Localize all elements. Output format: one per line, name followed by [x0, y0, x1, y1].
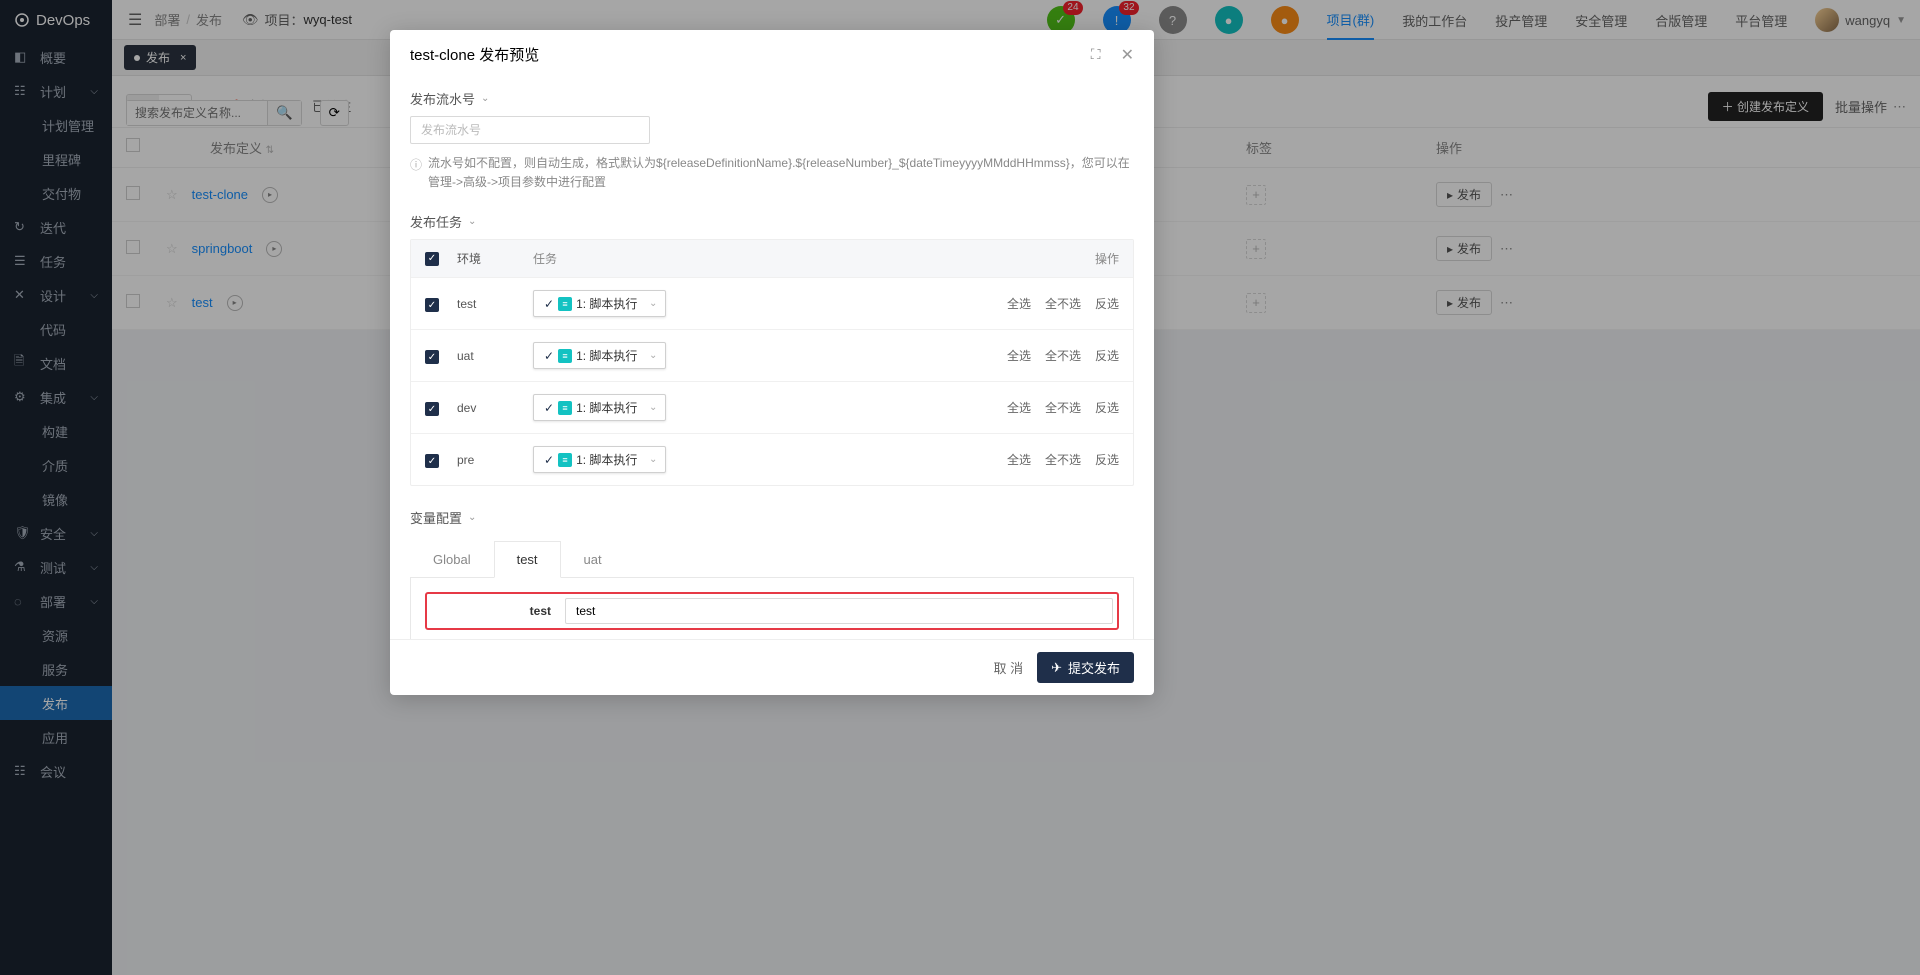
section-sn-title[interactable]: 发布流水号 ⌄	[410, 79, 1134, 116]
script-icon: ≡	[558, 297, 572, 311]
select-invert-link[interactable]: 反选	[1095, 347, 1119, 364]
task-row: ✓ uat ✓ ≡ 1: 脚本执行 ⌄ 全选 全不选 反选	[411, 329, 1133, 381]
chevron-down-icon: ⌄	[468, 216, 476, 227]
script-icon: ≡	[558, 349, 572, 363]
check-icon: ✓	[544, 401, 554, 415]
task-env-label: uat	[457, 349, 533, 363]
task-env-label: dev	[457, 401, 533, 415]
select-invert-link[interactable]: 反选	[1095, 295, 1119, 312]
select-none-link[interactable]: 全不选	[1045, 295, 1081, 312]
info-icon: ⓘ	[410, 156, 422, 175]
select-none-link[interactable]: 全不选	[1045, 347, 1081, 364]
task-row: ✓ test ✓ ≡ 1: 脚本执行 ⌄ 全选 全不选 反选	[411, 277, 1133, 329]
task-pill[interactable]: ✓ ≡ 1: 脚本执行 ⌄	[533, 394, 666, 421]
task-env-label: test	[457, 297, 533, 311]
task-row: ✓ dev ✓ ≡ 1: 脚本执行 ⌄ 全选 全不选 反选	[411, 381, 1133, 433]
select-all-link[interactable]: 全选	[1007, 347, 1031, 364]
var-input-test[interactable]	[565, 598, 1113, 624]
close-icon[interactable]: ✕	[1121, 45, 1134, 65]
modal-title: test-clone 发布预览	[410, 44, 539, 65]
send-icon: ✈	[1051, 660, 1062, 676]
chevron-down-icon[interactable]: ⌄	[649, 454, 657, 465]
task-row-checkbox[interactable]: ✓	[425, 402, 439, 416]
var-body: test map { "key1": "a", "key2": "b"	[410, 578, 1134, 639]
check-icon: ✓	[544, 297, 554, 311]
task-pill-label: 1: 脚本执行	[576, 295, 637, 312]
th-env: 环境	[457, 250, 533, 267]
chevron-down-icon: ⌄	[468, 512, 476, 523]
modal-header: test-clone 发布预览 ⛶ ✕	[390, 30, 1154, 79]
task-pill-label: 1: 脚本执行	[576, 399, 637, 416]
select-all-link[interactable]: 全选	[1007, 399, 1031, 416]
task-pill-label: 1: 脚本执行	[576, 347, 637, 364]
check-icon: ✓	[544, 349, 554, 363]
chevron-down-icon[interactable]: ⌄	[649, 350, 657, 361]
sn-info-text: ⓘ 流水号如不配置，则自动生成，格式默认为${releaseDefinition…	[410, 144, 1134, 202]
task-row-checkbox[interactable]: ✓	[425, 298, 439, 312]
submit-release-button[interactable]: ✈ 提交发布	[1037, 652, 1134, 683]
modal-footer: 取 消 ✈ 提交发布	[390, 639, 1154, 695]
select-none-link[interactable]: 全不选	[1045, 451, 1081, 468]
chevron-down-icon: ⌄	[481, 93, 489, 104]
cancel-button[interactable]: 取 消	[993, 658, 1023, 677]
task-row: ✓ pre ✓ ≡ 1: 脚本执行 ⌄ 全选 全不选 反选	[411, 433, 1133, 485]
task-pill[interactable]: ✓ ≡ 1: 脚本执行 ⌄	[533, 342, 666, 369]
task-select-all-checkbox[interactable]: ✓	[425, 252, 439, 266]
select-invert-link[interactable]: 反选	[1095, 451, 1119, 468]
var-tab-global[interactable]: Global	[410, 541, 494, 577]
select-none-link[interactable]: 全不选	[1045, 399, 1081, 416]
script-icon: ≡	[558, 401, 572, 415]
th-ops: 操作	[1095, 250, 1119, 267]
chevron-down-icon[interactable]: ⌄	[649, 402, 657, 413]
select-all-link[interactable]: 全选	[1007, 295, 1031, 312]
section-vars-title[interactable]: 变量配置 ⌄	[410, 498, 1134, 535]
section-tasks-title[interactable]: 发布任务 ⌄	[410, 202, 1134, 239]
task-pill[interactable]: ✓ ≡ 1: 脚本执行 ⌄	[533, 446, 666, 473]
var-tab-uat[interactable]: uat	[561, 541, 625, 577]
th-task: 任务	[533, 250, 1095, 267]
var-tab-test[interactable]: test	[494, 541, 561, 578]
select-invert-link[interactable]: 反选	[1095, 399, 1119, 416]
task-table-header: ✓ 环境 任务 操作	[411, 240, 1133, 277]
chevron-down-icon[interactable]: ⌄	[649, 298, 657, 309]
release-serial-input[interactable]	[410, 116, 650, 144]
task-row-checkbox[interactable]: ✓	[425, 454, 439, 468]
var-tabs: Global test uat	[410, 541, 1134, 578]
var-row-test-highlight: test	[425, 592, 1119, 630]
task-pill-label: 1: 脚本执行	[576, 451, 637, 468]
check-icon: ✓	[544, 453, 554, 467]
task-row-checkbox[interactable]: ✓	[425, 350, 439, 364]
expand-icon[interactable]: ⛶	[1091, 46, 1101, 63]
task-pill[interactable]: ✓ ≡ 1: 脚本执行 ⌄	[533, 290, 666, 317]
script-icon: ≡	[558, 453, 572, 467]
select-all-link[interactable]: 全选	[1007, 451, 1031, 468]
release-preview-modal: test-clone 发布预览 ⛶ ✕ 发布流水号 ⌄ ⓘ 流水号如不配置，则自…	[390, 30, 1154, 695]
task-env-label: pre	[457, 453, 533, 467]
task-table: ✓ 环境 任务 操作 ✓ test ✓ ≡ 1: 脚本执行 ⌄ 全选 全不选 反…	[410, 239, 1134, 486]
var-label-test: test	[431, 598, 551, 618]
modal-body: 发布流水号 ⌄ ⓘ 流水号如不配置，则自动生成，格式默认为${releaseDe…	[390, 79, 1154, 639]
